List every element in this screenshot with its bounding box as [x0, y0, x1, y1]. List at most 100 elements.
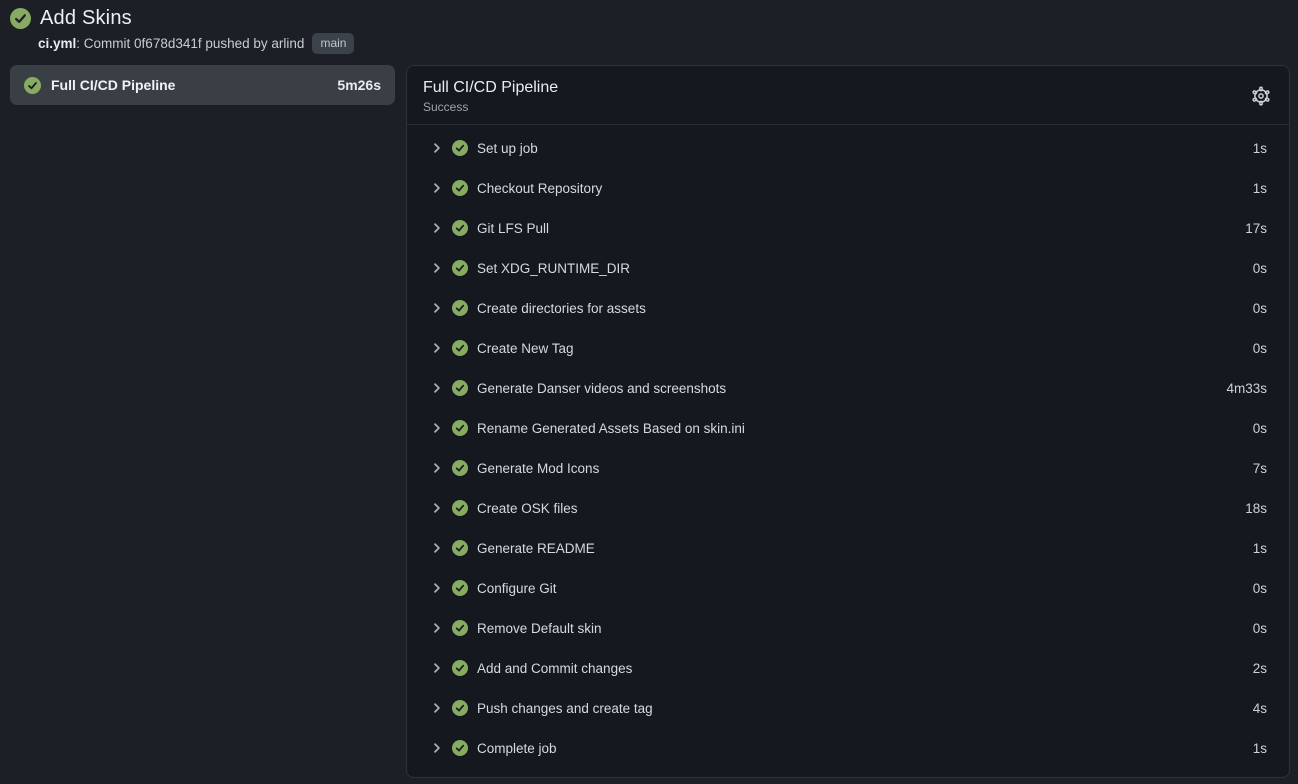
- step-success-icon: [452, 700, 468, 716]
- subtitle-pre-text: : Commit: [76, 36, 134, 51]
- chevron-right-icon[interactable]: [429, 700, 445, 716]
- step-duration: 0s: [1253, 421, 1267, 436]
- step-row[interactable]: Create OSK files 18s: [407, 488, 1289, 528]
- chevron-right-icon[interactable]: [429, 300, 445, 316]
- chevron-right-icon[interactable]: [429, 260, 445, 276]
- chevron-right-icon[interactable]: [429, 220, 445, 236]
- step-success-icon: [452, 340, 468, 356]
- workflow-file: ci.yml: [38, 36, 76, 51]
- step-duration: 1s: [1253, 741, 1267, 756]
- run-header: Add Skins ci.yml: Commit 0f678d341f push…: [0, 0, 1298, 54]
- step-duration: 1s: [1253, 541, 1267, 556]
- step-duration: 0s: [1253, 581, 1267, 596]
- step-row[interactable]: Add and Commit changes 2s: [407, 648, 1289, 688]
- step-row[interactable]: Configure Git 0s: [407, 568, 1289, 608]
- step-duration: 4m33s: [1226, 381, 1267, 396]
- step-success-icon: [452, 660, 468, 676]
- step-name: Create New Tag: [477, 341, 1253, 356]
- step-success-icon: [452, 380, 468, 396]
- commit-hash[interactable]: 0f678d341f: [134, 36, 202, 51]
- step-name: Set XDG_RUNTIME_DIR: [477, 261, 1253, 276]
- chevron-right-icon[interactable]: [429, 460, 445, 476]
- run-content: Full CI/CD Pipeline 5m26s Full CI/CD Pip…: [0, 65, 1298, 778]
- step-name: Checkout Repository: [477, 181, 1253, 196]
- step-success-icon: [452, 140, 468, 156]
- step-name: Set up job: [477, 141, 1253, 156]
- chevron-right-icon[interactable]: [429, 340, 445, 356]
- step-row[interactable]: Generate Mod Icons 7s: [407, 448, 1289, 488]
- chevron-right-icon[interactable]: [429, 420, 445, 436]
- step-row[interactable]: Push changes and create tag 4s: [407, 688, 1289, 728]
- step-success-icon: [452, 180, 468, 196]
- step-duration: 0s: [1253, 301, 1267, 316]
- step-success-icon: [452, 500, 468, 516]
- step-row[interactable]: Create New Tag 0s: [407, 328, 1289, 368]
- step-row[interactable]: Complete job 1s: [407, 728, 1289, 768]
- step-success-icon: [452, 460, 468, 476]
- step-duration: 0s: [1253, 261, 1267, 276]
- chevron-right-icon[interactable]: [429, 660, 445, 676]
- step-success-icon: [452, 620, 468, 636]
- step-name: Generate README: [477, 541, 1253, 556]
- step-success-icon: [452, 420, 468, 436]
- steps-list: Set up job 1s Checkout Repository 1s: [407, 125, 1289, 768]
- step-duration: 0s: [1253, 341, 1267, 356]
- step-duration: 18s: [1245, 501, 1267, 516]
- branch-badge[interactable]: main: [312, 33, 354, 54]
- step-row[interactable]: Generate Danser videos and screenshots 4…: [407, 368, 1289, 408]
- run-subtitle: ci.yml: Commit 0f678d341f pushed by arli…: [38, 33, 1288, 54]
- step-success-icon: [452, 300, 468, 316]
- run-title: Add Skins: [40, 7, 132, 30]
- step-name: Generate Mod Icons: [477, 461, 1253, 476]
- step-success-icon: [452, 260, 468, 276]
- step-row[interactable]: Create directories for assets 0s: [407, 288, 1289, 328]
- step-name: Configure Git: [477, 581, 1253, 596]
- step-row[interactable]: Git LFS Pull 17s: [407, 208, 1289, 248]
- job-status-text: Success: [423, 100, 1269, 114]
- job-duration: 5m26s: [337, 77, 381, 93]
- step-name: Rename Generated Assets Based on skin.in…: [477, 421, 1253, 436]
- step-success-icon: [452, 220, 468, 236]
- step-duration: 7s: [1253, 461, 1267, 476]
- job-item[interactable]: Full CI/CD Pipeline 5m26s: [10, 65, 395, 105]
- chevron-right-icon[interactable]: [429, 580, 445, 596]
- step-name: Git LFS Pull: [477, 221, 1245, 236]
- step-duration: 4s: [1253, 701, 1267, 716]
- step-name: Add and Commit changes: [477, 661, 1253, 676]
- gear-icon: [1251, 86, 1271, 106]
- step-row[interactable]: Set XDG_RUNTIME_DIR 0s: [407, 248, 1289, 288]
- step-duration: 0s: [1253, 621, 1267, 636]
- step-success-icon: [452, 540, 468, 556]
- step-row[interactable]: Rename Generated Assets Based on skin.in…: [407, 408, 1289, 448]
- job-detail-title: Full CI/CD Pipeline: [423, 79, 1269, 97]
- step-duration: 1s: [1253, 181, 1267, 196]
- chevron-right-icon[interactable]: [429, 180, 445, 196]
- step-name: Create directories for assets: [477, 301, 1253, 316]
- step-row[interactable]: Set up job 1s: [407, 128, 1289, 168]
- job-settings-button[interactable]: [1251, 86, 1271, 106]
- step-row[interactable]: Generate README 1s: [407, 528, 1289, 568]
- chevron-right-icon[interactable]: [429, 500, 445, 516]
- step-name: Complete job: [477, 741, 1253, 756]
- job-detail-panel: Full CI/CD Pipeline Success: [406, 65, 1290, 778]
- chevron-right-icon[interactable]: [429, 140, 445, 156]
- step-name: Remove Default skin: [477, 621, 1253, 636]
- step-duration: 1s: [1253, 141, 1267, 156]
- step-duration: 2s: [1253, 661, 1267, 676]
- chevron-right-icon[interactable]: [429, 540, 445, 556]
- step-success-icon: [452, 740, 468, 756]
- step-duration: 17s: [1245, 221, 1267, 236]
- jobs-sidebar: Full CI/CD Pipeline 5m26s: [10, 65, 395, 778]
- subtitle-post-text: pushed by arlind: [202, 36, 305, 51]
- chevron-right-icon[interactable]: [429, 620, 445, 636]
- step-success-icon: [452, 580, 468, 596]
- job-success-icon: [24, 77, 41, 94]
- step-row[interactable]: Remove Default skin 0s: [407, 608, 1289, 648]
- step-name: Push changes and create tag: [477, 701, 1253, 716]
- chevron-right-icon[interactable]: [429, 740, 445, 756]
- job-detail-header: Full CI/CD Pipeline Success: [407, 66, 1289, 125]
- step-name: Generate Danser videos and screenshots: [477, 381, 1226, 396]
- step-name: Create OSK files: [477, 501, 1245, 516]
- chevron-right-icon[interactable]: [429, 380, 445, 396]
- step-row[interactable]: Checkout Repository 1s: [407, 168, 1289, 208]
